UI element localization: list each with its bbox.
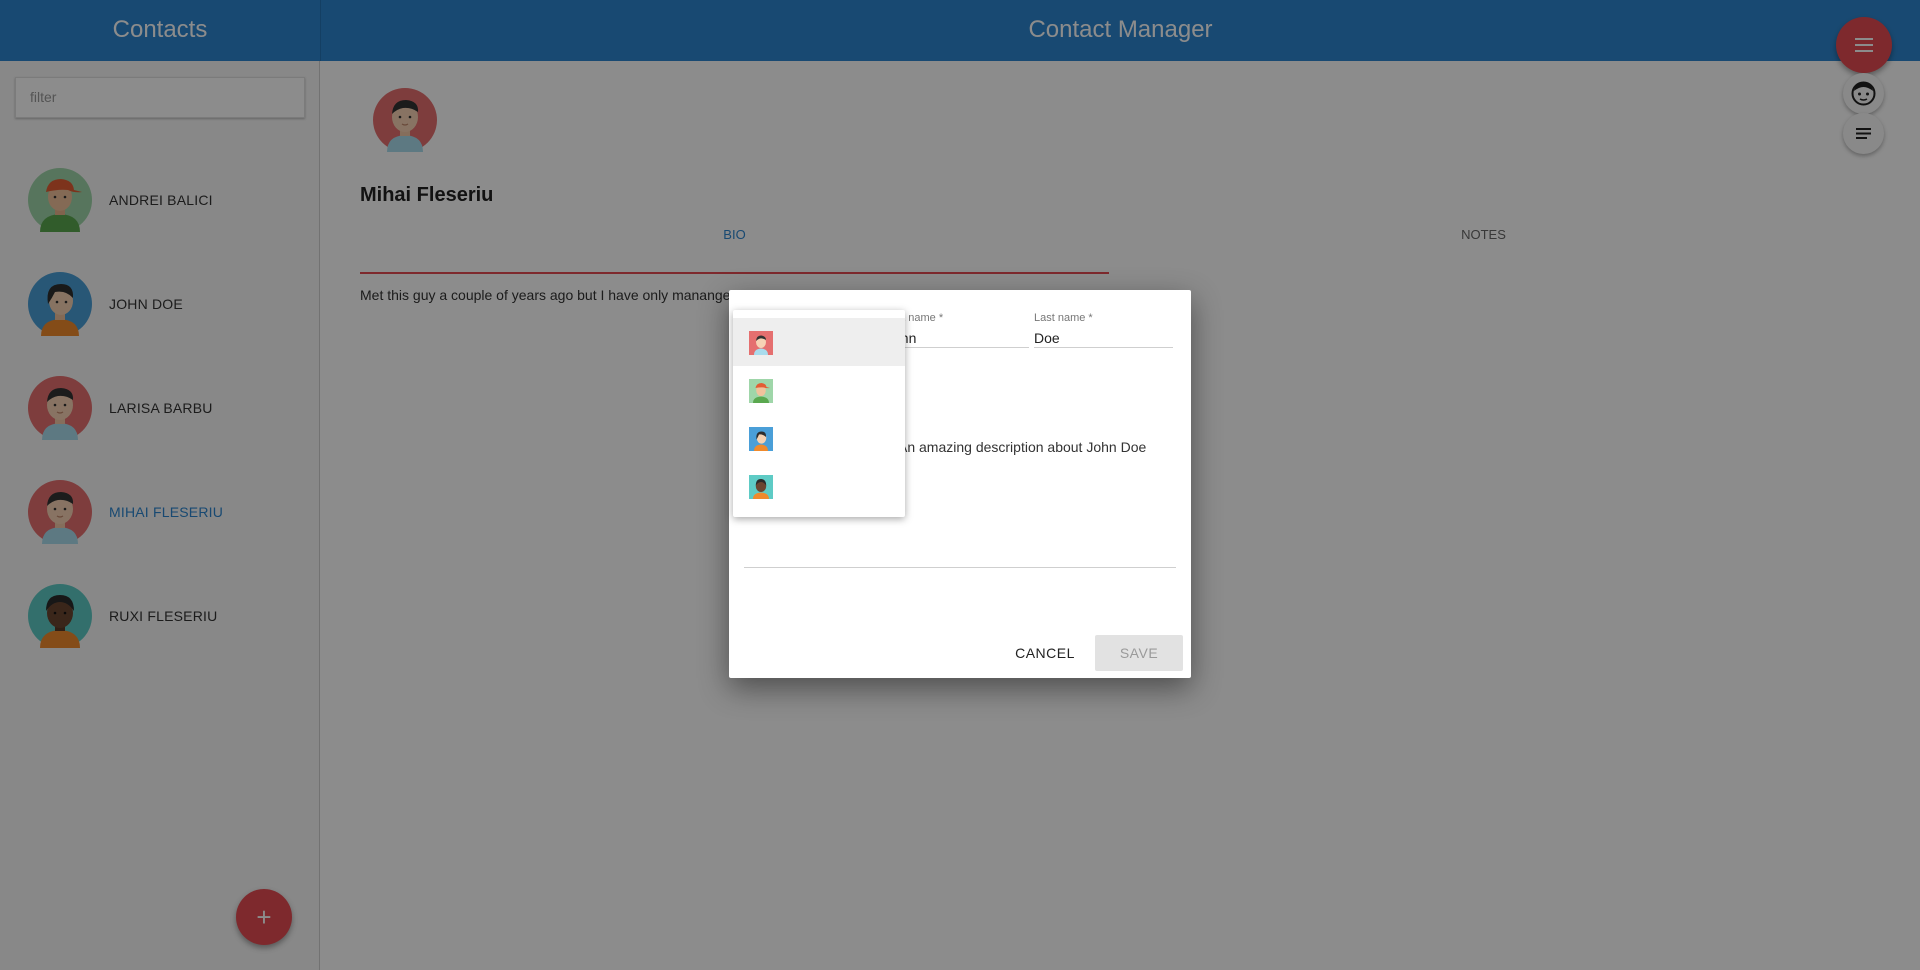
save-button[interactable]: SAVE (1095, 635, 1183, 671)
first-name-field[interactable]: rst name * ohn (893, 312, 1029, 348)
description-underline (744, 567, 1176, 568)
field-underline (893, 347, 1029, 348)
avatar-dark-teal-icon (749, 475, 773, 499)
avatar-select-menu (733, 310, 905, 517)
avatar-man-red-icon (749, 331, 773, 355)
avatar-girl-blue-icon (749, 427, 773, 451)
avatar-option-selected[interactable] (733, 318, 905, 366)
avatar-option[interactable] (733, 414, 905, 462)
field-underline (1034, 347, 1173, 348)
avatar-option[interactable] (733, 366, 905, 414)
cancel-button[interactable]: CANCEL (1005, 635, 1085, 671)
last-name-field[interactable]: Last name * Doe (1034, 312, 1173, 348)
edit-contact-dialog: rst name * ohn Last name * Doe An amazin… (729, 290, 1191, 678)
last-name-value: Doe (1034, 330, 1060, 346)
description-field[interactable]: An amazing description about John Doe (898, 439, 1146, 455)
avatar-boy-cap-icon (749, 379, 773, 403)
avatar-option[interactable] (733, 462, 905, 510)
last-name-label: Last name * (1034, 312, 1093, 324)
